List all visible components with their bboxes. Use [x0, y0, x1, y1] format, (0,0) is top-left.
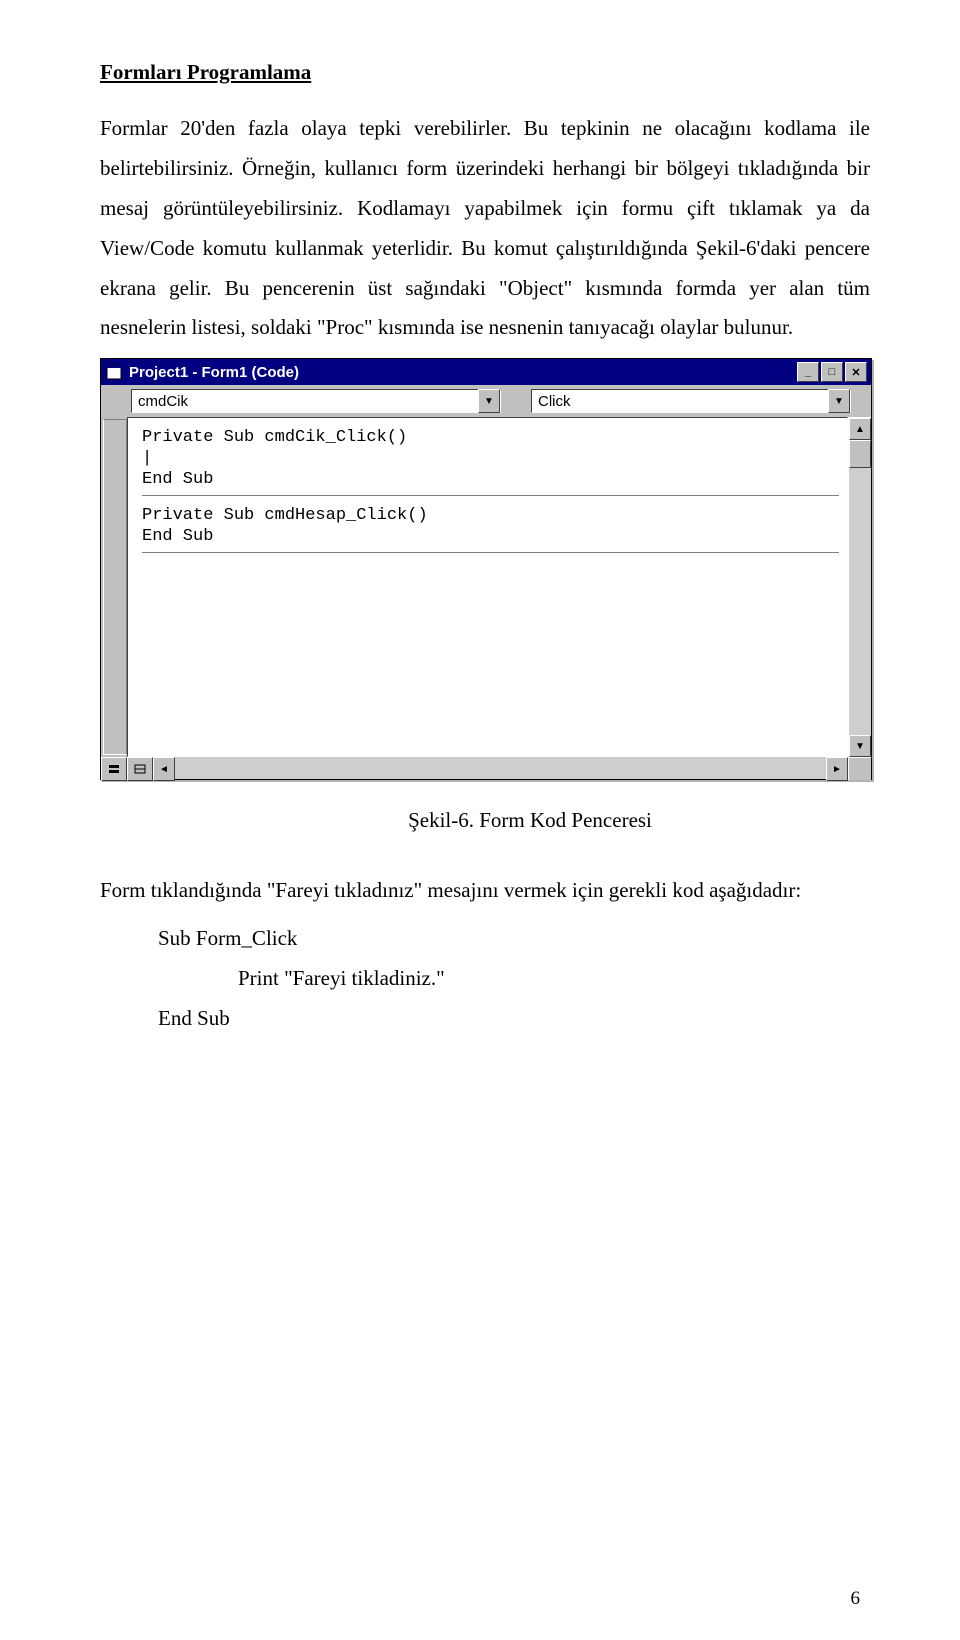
form-icon — [105, 363, 123, 381]
code-line: End Sub — [142, 527, 839, 546]
document-page: Formları Programlama Formlar 20'den fazl… — [0, 0, 960, 1640]
procedure-separator — [142, 495, 839, 496]
code-sample: Sub Form_Click Print "Fareyi tikladiniz.… — [158, 919, 870, 1039]
scrollbar-corner — [848, 757, 871, 780]
scroll-right-icon[interactable]: ► — [826, 757, 848, 781]
maximize-button[interactable]: □ — [821, 362, 843, 382]
scrollbar-thumb[interactable] — [849, 440, 871, 468]
code-line: End Sub — [142, 470, 839, 489]
margin-indicator — [103, 419, 127, 755]
code-line: Print "Fareyi tikladiniz." — [238, 959, 870, 999]
code-line: Private Sub cmdHesap_Click() — [142, 506, 839, 525]
chevron-down-icon[interactable]: ▼ — [828, 389, 850, 413]
code-window: Project1 - Form1 (Code) _ □ ✕ cmdCik ▼ C… — [100, 358, 872, 780]
combo-row: cmdCik ▼ Click ▼ — [101, 385, 871, 417]
horizontal-scrollbar: ◄ ► — [101, 757, 871, 779]
code-line: Sub Form_Click — [158, 919, 870, 959]
code-editor[interactable]: Private Sub cmdCik_Click() | End Sub Pri… — [127, 417, 848, 757]
proc-dropdown[interactable]: Click ▼ — [531, 389, 851, 413]
code-line: | — [142, 449, 839, 468]
vertical-scrollbar[interactable]: ▲ ▼ — [848, 417, 871, 757]
scrollbar-track[interactable] — [175, 757, 826, 779]
paragraph-2: Form tıklandığında "Fareyi tıkladınız" m… — [100, 871, 870, 911]
procedure-view-button[interactable] — [101, 757, 127, 781]
page-number: 6 — [851, 1588, 861, 1610]
scroll-up-icon[interactable]: ▲ — [849, 418, 871, 440]
code-area-wrap: Private Sub cmdCik_Click() | End Sub Pri… — [101, 417, 871, 757]
section-heading: Formları Programlama — [100, 60, 870, 85]
code-line: Private Sub cmdCik_Click() — [142, 428, 839, 447]
scroll-down-icon[interactable]: ▼ — [849, 735, 871, 757]
scroll-left-icon[interactable]: ◄ — [153, 757, 175, 781]
close-button[interactable]: ✕ — [845, 362, 867, 382]
object-dropdown[interactable]: cmdCik ▼ — [131, 389, 501, 413]
object-dropdown-value: cmdCik — [132, 393, 478, 410]
code-line: End Sub — [158, 999, 870, 1039]
figure-caption: Şekil-6. Form Kod Penceresi — [380, 808, 680, 833]
window-title: Project1 - Form1 (Code) — [129, 364, 299, 381]
proc-dropdown-value: Click — [532, 393, 828, 410]
chevron-down-icon[interactable]: ▼ — [478, 389, 500, 413]
procedure-separator — [142, 552, 839, 553]
minimize-button[interactable]: _ — [797, 362, 819, 382]
full-module-view-button[interactable] — [127, 757, 153, 781]
window-titlebar: Project1 - Form1 (Code) _ □ ✕ — [101, 359, 871, 385]
scrollbar-track[interactable] — [849, 468, 871, 735]
paragraph-1: Formlar 20'den fazla olaya tepki verebil… — [100, 109, 870, 348]
